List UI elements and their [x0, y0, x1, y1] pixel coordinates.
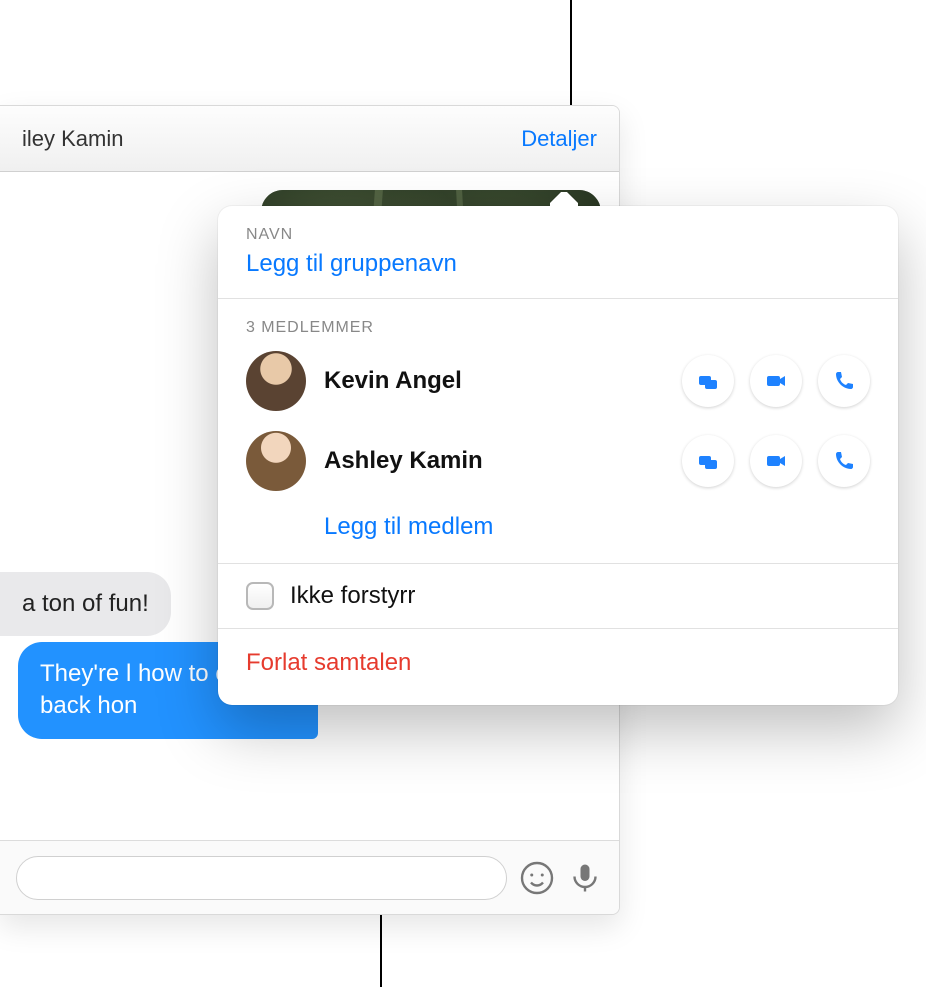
add-member-row: Legg til medlem: [218, 501, 898, 563]
compose-input[interactable]: [16, 856, 507, 900]
audio-call-button[interactable]: [818, 435, 870, 487]
video-call-button[interactable]: [750, 435, 802, 487]
audio-call-button[interactable]: [818, 355, 870, 407]
do-not-disturb-label: Ikke forstyrr: [290, 582, 415, 610]
avatar[interactable]: [246, 351, 306, 411]
add-group-name-link[interactable]: Legg til gruppenavn: [246, 250, 870, 278]
incoming-message-bubble: a ton of fun!: [0, 572, 171, 636]
leave-conversation-row: Forlat samtalen: [218, 629, 898, 705]
emoji-icon[interactable]: [519, 860, 555, 896]
member-actions: [682, 355, 870, 407]
members-count-label: 3 MEDLEMMER: [246, 319, 870, 337]
member-actions: [682, 435, 870, 487]
group-name-section: NAVN Legg til gruppenavn: [218, 206, 898, 298]
name-section-label: NAVN: [246, 226, 870, 244]
member-row: Ashley Kamin: [218, 421, 898, 501]
do-not-disturb-row: Ikke forstyrr: [218, 564, 898, 628]
video-call-button[interactable]: [750, 355, 802, 407]
member-name: Ashley Kamin: [324, 447, 664, 475]
compose-bar: [0, 840, 619, 914]
conversation-title: iley Kamin: [22, 126, 123, 152]
details-button[interactable]: Detaljer: [521, 126, 597, 152]
details-popover: NAVN Legg til gruppenavn 3 MEDLEMMER Kev…: [218, 206, 898, 705]
screen-share-button[interactable]: [682, 355, 734, 407]
leave-conversation-link[interactable]: Forlat samtalen: [246, 649, 411, 676]
member-name: Kevin Angel: [324, 367, 664, 395]
conversation-header: iley Kamin Detaljer: [0, 106, 619, 172]
members-section-header: 3 MEDLEMMER: [218, 299, 898, 341]
add-member-link[interactable]: Legg til medlem: [324, 513, 493, 540]
microphone-icon[interactable]: [567, 860, 603, 896]
member-row: Kevin Angel: [218, 341, 898, 421]
screen-share-button[interactable]: [682, 435, 734, 487]
do-not-disturb-checkbox[interactable]: [246, 582, 274, 610]
popover-arrow: [550, 192, 578, 206]
avatar[interactable]: [246, 431, 306, 491]
